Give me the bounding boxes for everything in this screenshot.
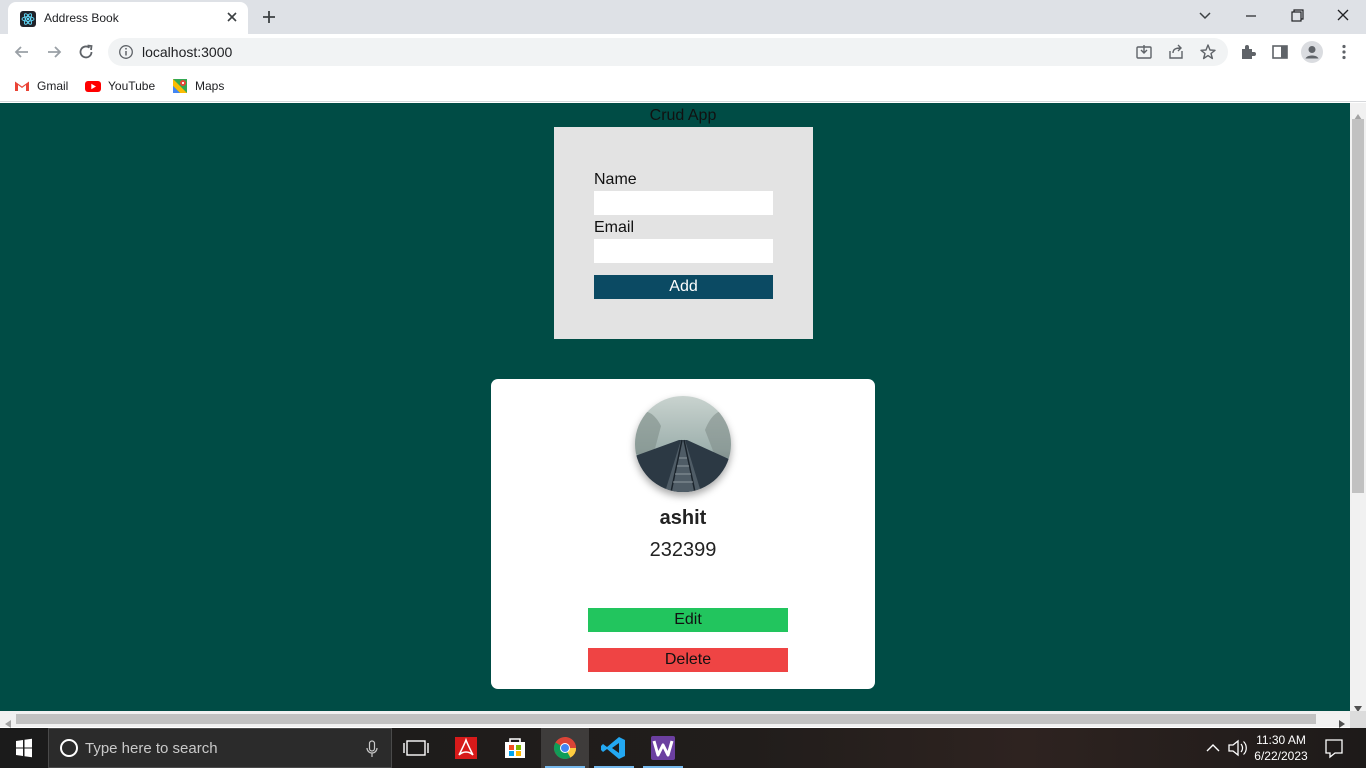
chrome-icon[interactable] (541, 728, 589, 768)
vertical-scroll-thumb[interactable] (1352, 119, 1364, 493)
app-w-icon[interactable] (639, 728, 687, 768)
bookmark-star-icon[interactable] (1199, 43, 1217, 61)
side-panel-icon[interactable] (1270, 42, 1290, 62)
microsoft-store-icon[interactable] (491, 728, 539, 768)
reload-icon[interactable] (76, 42, 96, 62)
new-tab-button[interactable] (260, 8, 278, 26)
name-label: Name (594, 171, 637, 188)
install-app-icon[interactable] (1135, 43, 1153, 61)
youtube-icon (85, 78, 101, 94)
contact-form: Name Email Add (554, 127, 813, 339)
browser-toolbar: localhost:3000 (0, 34, 1366, 70)
horizontal-scroll-thumb[interactable] (16, 714, 1316, 724)
taskbar-clock[interactable]: 11:30 AM 6/22/2023 (1248, 732, 1314, 764)
windows-start-icon[interactable] (0, 728, 48, 768)
foggy-railway-photo (635, 396, 731, 492)
bookmark-label: Gmail (37, 79, 69, 93)
maps-icon (172, 78, 188, 94)
name-input[interactable] (594, 191, 773, 215)
window-close-icon[interactable] (1332, 6, 1354, 26)
site-info-icon[interactable] (118, 44, 134, 60)
bookmark-label: Maps (195, 79, 225, 93)
delete-button[interactable]: Delete (588, 648, 788, 672)
forward-arrow-icon[interactable] (44, 42, 64, 62)
tab-title: Address Book (44, 11, 119, 25)
windows-taskbar: Type here to search 11:30 AM 6/22/2023 (0, 728, 1366, 768)
bookmark-gmail[interactable]: Gmail (14, 77, 68, 95)
page-title: Crud App (649, 107, 717, 124)
search-placeholder: Type here to search (85, 740, 218, 757)
profile-avatar-icon[interactable] (1301, 41, 1323, 63)
page-viewport: Crud App Name Email Add ashit 232399 Edi… (0, 103, 1350, 711)
scrollbar-corner (1350, 711, 1366, 728)
horizontal-scrollbar[interactable] (0, 711, 1350, 728)
address-bar[interactable]: localhost:3000 (108, 38, 1228, 66)
react-icon (20, 11, 36, 27)
tab-search-chevron-icon[interactable] (1194, 6, 1216, 26)
contact-card: ashit 232399 Edit Delete (491, 379, 875, 689)
bookmarks-bar: Gmail YouTube Maps (0, 70, 1366, 102)
bookmark-maps[interactable]: Maps (172, 77, 224, 95)
clock-time: 11:30 AM (1256, 733, 1306, 747)
vscode-icon[interactable] (590, 728, 638, 768)
task-view-icon[interactable] (392, 728, 440, 768)
clock-date: 6/22/2023 (1254, 749, 1308, 763)
gmail-icon (14, 78, 30, 94)
acrobat-icon[interactable] (442, 728, 490, 768)
tab-strip: Address Book (0, 0, 1366, 34)
volume-icon[interactable] (1226, 728, 1248, 768)
email-input[interactable] (594, 239, 773, 263)
microphone-icon[interactable] (365, 740, 379, 758)
tab-address-book[interactable]: Address Book (8, 2, 248, 34)
email-label: Email (594, 219, 635, 236)
back-arrow-icon[interactable] (12, 42, 32, 62)
add-button[interactable]: Add (594, 275, 773, 299)
url-text: localhost:3000 (142, 44, 233, 60)
contact-name: ashit (659, 507, 707, 529)
show-hidden-icons-chevron-icon[interactable] (1203, 728, 1223, 768)
edit-button[interactable]: Edit (588, 608, 788, 632)
taskbar-search-box[interactable]: Type here to search (48, 728, 392, 768)
close-icon[interactable] (224, 9, 240, 25)
cortana-icon (60, 739, 78, 757)
kebab-menu-icon[interactable] (1334, 42, 1354, 62)
notifications-icon[interactable] (1322, 728, 1346, 768)
extensions-icon[interactable] (1238, 42, 1258, 62)
bookmark-youtube[interactable]: YouTube (85, 77, 155, 95)
vertical-scrollbar[interactable] (1350, 103, 1366, 712)
bookmark-label: YouTube (108, 79, 156, 93)
restore-icon[interactable] (1286, 6, 1308, 26)
contact-phone: 232399 (649, 539, 717, 561)
minimize-icon[interactable] (1240, 6, 1262, 26)
avatar (635, 396, 731, 492)
share-icon[interactable] (1167, 43, 1185, 61)
